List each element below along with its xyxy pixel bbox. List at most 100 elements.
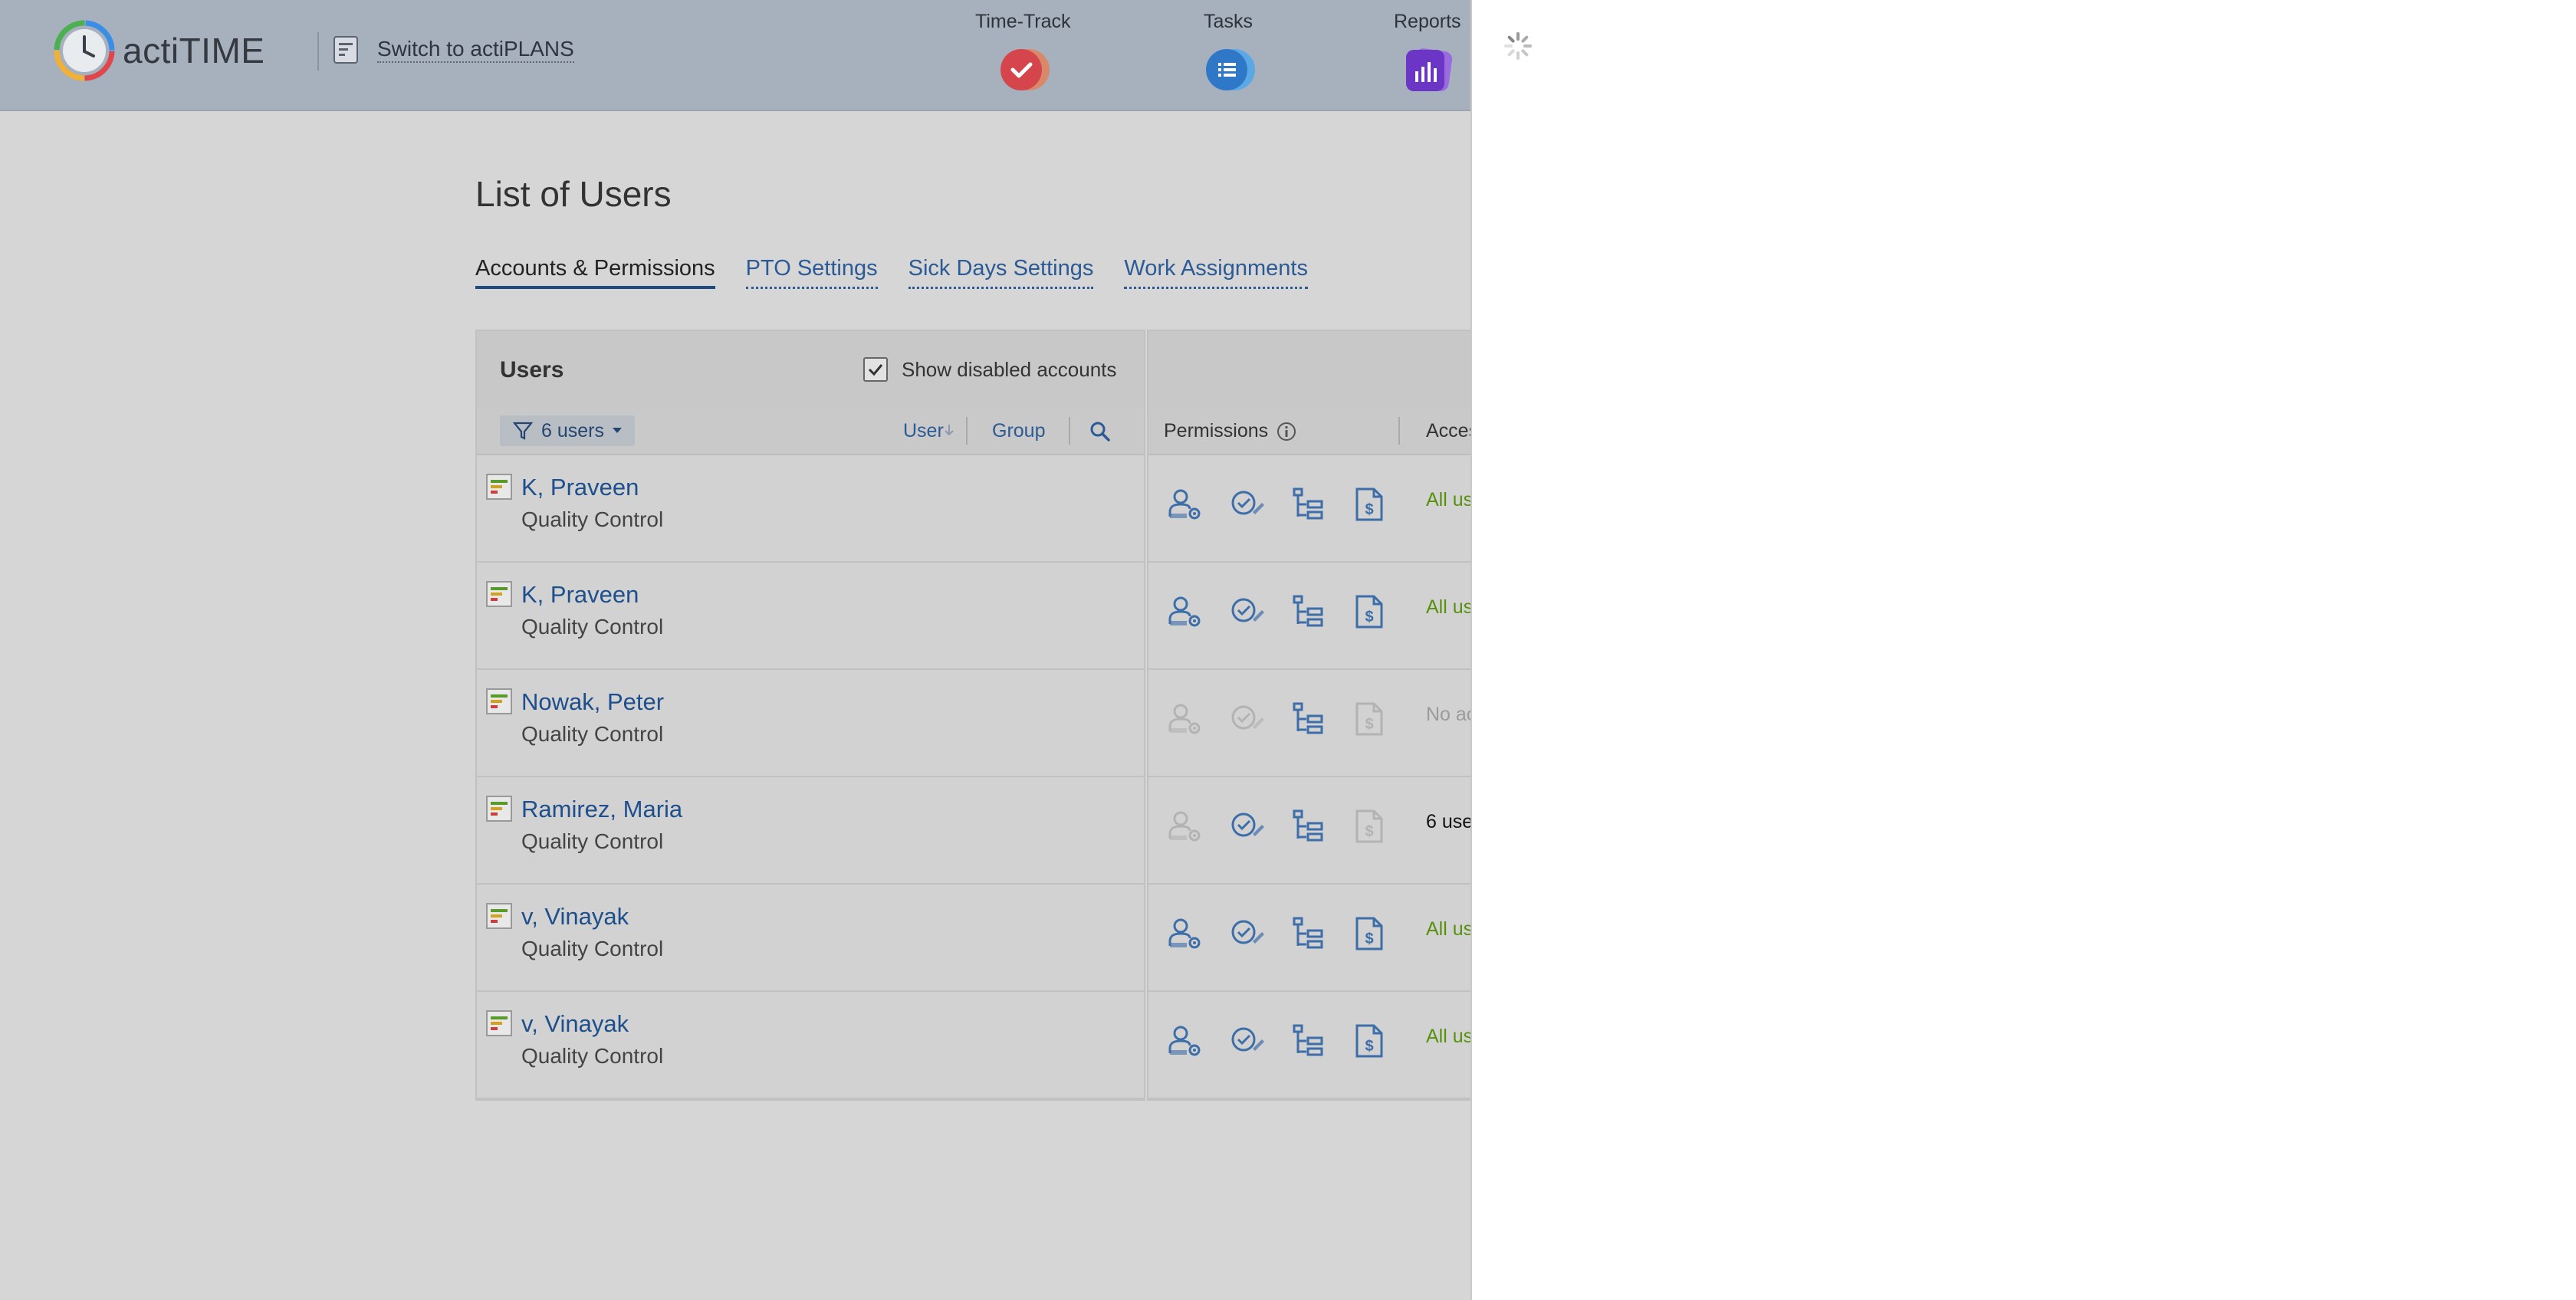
document-icon xyxy=(334,36,358,64)
billing-document-icon[interactable]: $ xyxy=(1349,914,1389,954)
manage-accounts-icon[interactable] xyxy=(1165,914,1205,954)
billing-document-icon[interactable]: $ xyxy=(1349,806,1389,846)
tab-pto-settings[interactable]: PTO Settings xyxy=(745,256,878,289)
sort-by-user[interactable]: User xyxy=(903,420,955,442)
billing-document-icon[interactable]: $ xyxy=(1349,592,1389,632)
users-panel-header: Users Show disabled accounts xyxy=(477,331,1144,408)
show-disabled-toggle[interactable]: Show disabled accounts xyxy=(863,357,1116,382)
tab-sick-days-settings[interactable]: Sick Days Settings xyxy=(908,256,1094,289)
filter-count-label: 6 users xyxy=(541,419,604,442)
manage-accounts-icon[interactable] xyxy=(1165,484,1205,524)
permissions-row[interactable]: $6 use xyxy=(1148,777,1474,885)
hierarchy-icon[interactable] xyxy=(1288,806,1328,846)
user-group-label: Quality Control xyxy=(521,1044,664,1068)
nav-time-track[interactable]: Time-Track xyxy=(975,11,1071,96)
permissions-panel-header xyxy=(1148,331,1474,408)
sort-by-group[interactable]: Group xyxy=(992,420,1045,442)
actitime-logo[interactable]: actiTIME xyxy=(54,20,264,81)
user-group-label: Quality Control xyxy=(521,829,664,853)
nav-tasks[interactable]: Tasks xyxy=(1199,11,1257,96)
page-title: List of Users xyxy=(475,174,672,214)
approve-time-icon[interactable] xyxy=(1227,592,1267,632)
search-icon[interactable] xyxy=(1087,419,1113,445)
users-panel-title: Users xyxy=(500,357,564,382)
hierarchy-icon[interactable] xyxy=(1288,484,1328,524)
switch-label: Switch to actiPLANS xyxy=(377,37,574,63)
access-summary[interactable]: 6 use xyxy=(1426,811,1473,833)
manage-accounts-icon[interactable] xyxy=(1165,699,1205,739)
nav-reports[interactable]: Reports xyxy=(1394,11,1461,96)
hierarchy-icon[interactable] xyxy=(1288,1021,1328,1061)
access-summary[interactable]: All us xyxy=(1426,918,1473,941)
hierarchy-icon[interactable] xyxy=(1288,914,1328,954)
user-row[interactable]: K, Praveen Quality Control xyxy=(477,563,1144,670)
user-details-side-panel xyxy=(1470,0,2576,1300)
user-row[interactable]: Nowak, Peter Quality Control xyxy=(477,670,1144,777)
permissions-row[interactable]: $ No ac xyxy=(1148,670,1476,777)
user-name-link[interactable]: Ramirez, Maria xyxy=(521,796,682,823)
billing-document-icon[interactable]: $ xyxy=(1349,699,1389,739)
access-summary[interactable]: No ac xyxy=(1426,704,1476,726)
checkmark-icon xyxy=(1001,49,1050,90)
svg-text:$: $ xyxy=(1365,823,1373,840)
info-icon[interactable] xyxy=(1276,421,1297,442)
approve-time-icon[interactable] xyxy=(1227,806,1267,846)
access-summary[interactable]: All us xyxy=(1426,596,1473,619)
bar-chart-icon xyxy=(1405,48,1452,91)
approve-time-icon[interactable] xyxy=(1227,1021,1267,1061)
tab-bar: Accounts & Permissions PTO Settings Sick… xyxy=(475,256,1308,289)
user-status-icon xyxy=(486,1010,512,1036)
toolbar-separator xyxy=(966,417,968,445)
hierarchy-icon[interactable] xyxy=(1288,592,1328,632)
permissions-row[interactable]: $ All us xyxy=(1148,992,1474,1099)
user-row[interactable]: Ramirez, Maria Quality Control xyxy=(477,777,1144,885)
caret-down-icon xyxy=(612,428,622,433)
svg-text:$: $ xyxy=(1365,501,1373,518)
header-divider xyxy=(317,32,319,71)
sort-user-label: User xyxy=(903,420,944,442)
access-summary[interactable]: All us xyxy=(1426,489,1473,511)
tab-work-assignments[interactable]: Work Assignments xyxy=(1124,256,1308,289)
billing-document-icon[interactable]: $ xyxy=(1349,484,1389,524)
user-status-icon xyxy=(486,581,512,607)
users-panel: Users Show disabled accounts 6 users Use… xyxy=(475,330,1145,1101)
permissions-row[interactable]: $ All us xyxy=(1148,563,1474,670)
user-name-link[interactable]: v, Vinayak xyxy=(521,1010,629,1038)
user-row[interactable]: v, Vinayak Quality Control xyxy=(477,885,1144,992)
user-status-icon xyxy=(486,688,512,714)
user-row[interactable]: K, Praveen Quality Control xyxy=(477,455,1144,563)
manage-accounts-icon[interactable] xyxy=(1165,806,1205,846)
approve-time-icon[interactable] xyxy=(1227,699,1267,739)
sort-arrow-down-icon xyxy=(945,425,954,436)
user-name-link[interactable]: K, Praveen xyxy=(521,581,639,609)
permissions-row[interactable]: $ All us xyxy=(1148,455,1474,563)
svg-text:$: $ xyxy=(1365,931,1373,947)
user-group-label: Quality Control xyxy=(521,507,664,531)
billing-document-icon[interactable]: $ xyxy=(1349,1021,1389,1061)
permissions-row[interactable]: $ All us xyxy=(1148,885,1474,992)
svg-text:$: $ xyxy=(1365,1038,1373,1055)
user-name-link[interactable]: Nowak, Peter xyxy=(521,688,664,716)
switch-to-actiplans-link[interactable]: Switch to actiPLANS xyxy=(333,35,574,64)
manage-accounts-icon[interactable] xyxy=(1165,592,1205,632)
checkmark-icon xyxy=(868,364,883,376)
loading-spinner-icon xyxy=(1504,32,1532,60)
user-name-link[interactable]: K, Praveen xyxy=(521,474,639,501)
user-status-icon xyxy=(486,796,512,822)
tab-accounts-permissions[interactable]: Accounts & Permissions xyxy=(475,256,715,289)
user-row[interactable]: v, Vinayak Quality Control xyxy=(477,992,1144,1099)
nav-time-track-label: Time-Track xyxy=(975,11,1071,32)
approve-time-icon[interactable] xyxy=(1227,484,1267,524)
manage-accounts-icon[interactable] xyxy=(1165,1021,1205,1061)
approve-time-icon[interactable] xyxy=(1227,914,1267,954)
user-name-link[interactable]: v, Vinayak xyxy=(521,903,629,931)
user-group-label: Quality Control xyxy=(521,722,664,746)
hierarchy-icon[interactable] xyxy=(1288,699,1328,739)
show-disabled-checkbox[interactable] xyxy=(863,357,888,382)
user-filter-dropdown[interactable]: 6 users xyxy=(500,415,635,446)
access-summary[interactable]: All us xyxy=(1426,1026,1473,1048)
toolbar-separator xyxy=(1069,417,1070,445)
svg-text:$: $ xyxy=(1365,609,1373,625)
user-group-label: Quality Control xyxy=(521,937,664,960)
users-toolbar: 6 users User Group xyxy=(477,408,1144,455)
